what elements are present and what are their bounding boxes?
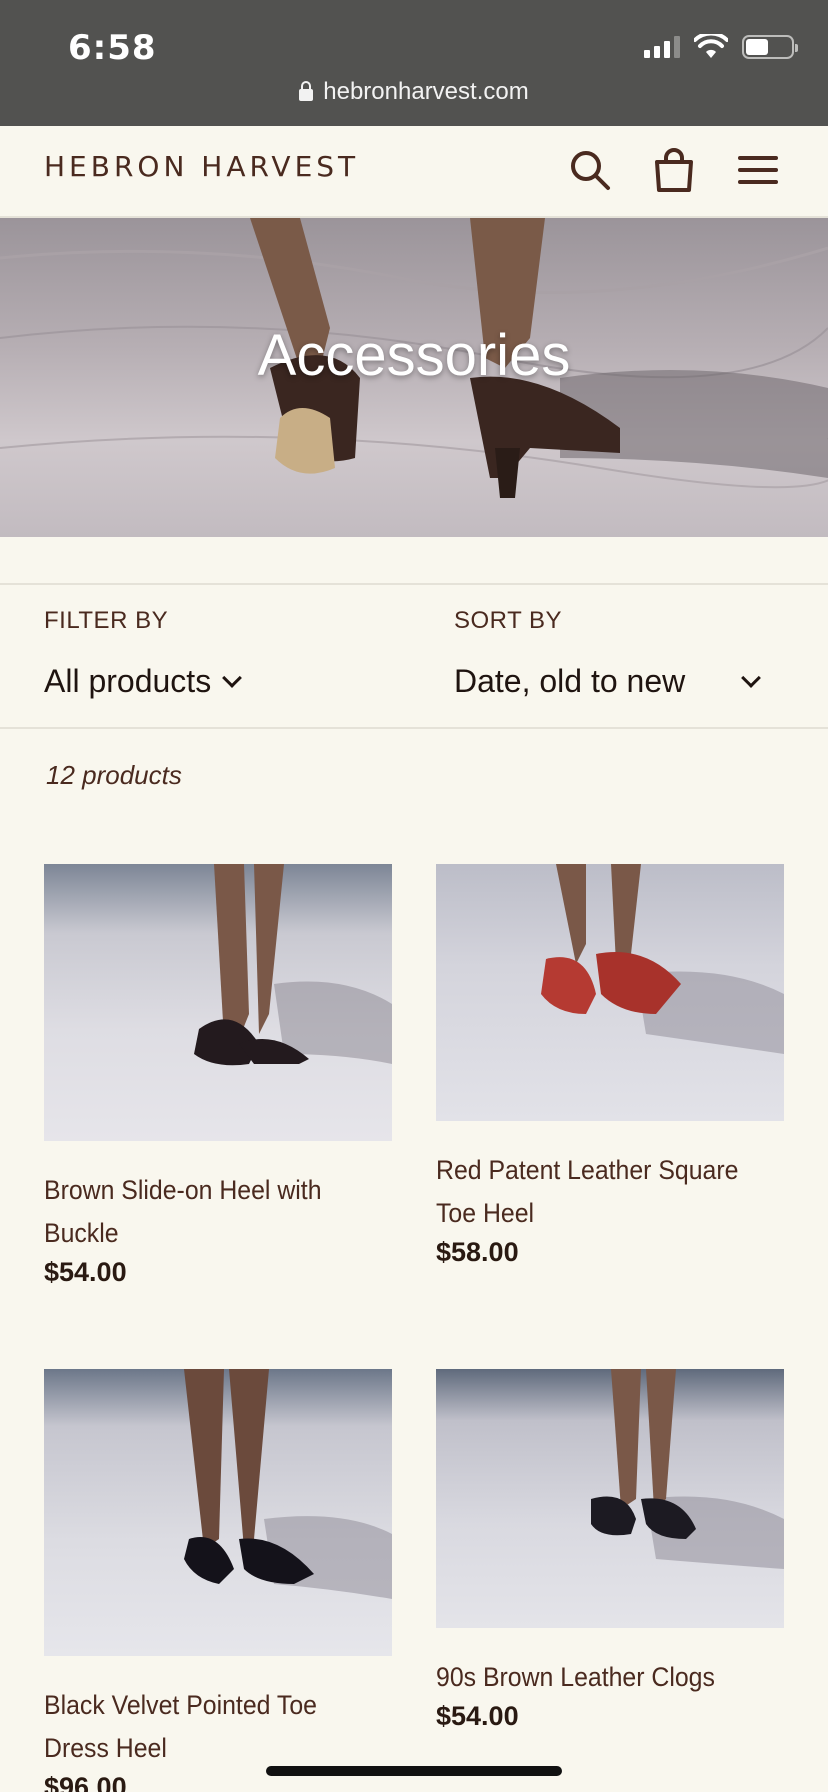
product-title[interactable]: Black Velvet Pointed Toe Dress Heel (44, 1684, 384, 1770)
sort-select-value: Date, old to new (454, 663, 686, 699)
product-price: $54.00 (44, 1257, 127, 1287)
sort-label: SORT BY (454, 607, 562, 634)
product-title[interactable]: Brown Slide-on Heel with Buckle (44, 1169, 384, 1255)
product-image[interactable] (436, 864, 784, 1121)
filter-select[interactable]: All products (44, 663, 243, 700)
product-image[interactable] (44, 864, 392, 1141)
battery-icon (742, 35, 798, 59)
product-card[interactable]: 90s Brown Leather Clogs $54.00 (436, 1369, 784, 1732)
menu-icon[interactable] (734, 146, 782, 194)
lock-icon (299, 81, 314, 101)
product-image[interactable] (436, 1369, 784, 1628)
status-icons (644, 34, 798, 60)
cart-icon[interactable] (650, 146, 698, 194)
sort-select[interactable]: Date, old to new (454, 663, 761, 700)
product-title[interactable]: Red Patent Leather Square Toe Heel (436, 1149, 776, 1235)
product-card[interactable]: Red Patent Leather Square Toe Heel $58.0… (436, 864, 784, 1268)
chevron-down-icon (741, 667, 761, 688)
url-text: hebronharvest.com (323, 78, 529, 105)
product-count: 12 products (46, 760, 182, 790)
status-time: 6:58 (68, 28, 157, 68)
home-indicator[interactable] (266, 1766, 562, 1776)
product-price: $54.00 (436, 1701, 519, 1731)
filter-label: FILTER BY (44, 607, 169, 634)
cellular-signal-icon (644, 36, 680, 58)
status-bar: 6:58 hebronharvest.com (0, 0, 828, 126)
product-card[interactable]: Brown Slide-on Heel with Buckle $54.00 (44, 864, 392, 1288)
site-header: HEBRON HARVEST (0, 126, 828, 218)
filter-sort-bar: FILTER BY All products SORT BY Date, old… (0, 583, 828, 729)
collection-title: Accessories (257, 323, 571, 388)
product-title[interactable]: 90s Brown Leather Clogs (436, 1656, 776, 1699)
filter-select-value: All products (44, 663, 212, 699)
wifi-icon (694, 34, 728, 58)
address-bar[interactable]: hebronharvest.com (0, 78, 828, 106)
site-logo[interactable]: HEBRON HARVEST (44, 150, 359, 183)
search-icon[interactable] (566, 146, 614, 194)
chevron-down-icon (222, 667, 243, 688)
collection-hero-banner: Accessories (0, 218, 828, 537)
product-card[interactable]: Black Velvet Pointed Toe Dress Heel $96.… (44, 1369, 392, 1792)
product-image[interactable] (44, 1369, 392, 1656)
product-price: $58.00 (436, 1237, 519, 1267)
